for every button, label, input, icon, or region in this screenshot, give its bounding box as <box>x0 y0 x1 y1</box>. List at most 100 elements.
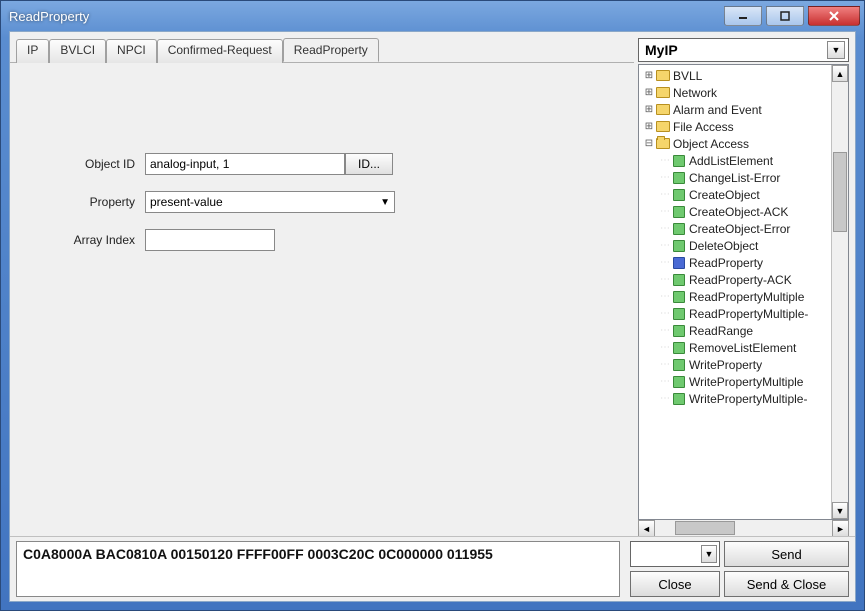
property-value: present-value <box>150 195 223 209</box>
file-icon <box>671 154 687 168</box>
tree-item[interactable]: ⋯ AddListElement <box>639 152 831 169</box>
tree-label: WriteProperty <box>689 358 762 372</box>
file-icon <box>671 341 687 355</box>
tree-item[interactable]: ⋯ ChangeList-Error <box>639 169 831 186</box>
scroll-thumb[interactable] <box>675 521 735 535</box>
send-count-combo[interactable]: ▼ <box>630 541 720 567</box>
tree-item[interactable]: ⋯ CreateObject-Error <box>639 220 831 237</box>
tree-label: ReadRange <box>689 324 753 338</box>
chevron-down-icon: ▼ <box>701 545 717 563</box>
tree-folder-network[interactable]: ⊞ Network <box>639 84 831 101</box>
tree-label: CreateObject <box>689 188 760 202</box>
file-icon <box>671 290 687 304</box>
file-icon <box>671 375 687 389</box>
file-selected-icon <box>671 256 687 270</box>
left-pane: IP BVLCI NPCI Confirmed-Request ReadProp… <box>10 32 634 536</box>
collapse-icon: ⊟ <box>643 138 655 149</box>
tree-item[interactable]: ⋯WritePropertyMultiple- <box>639 390 831 407</box>
send-button[interactable]: Send <box>724 541 849 567</box>
expand-icon: ⊞ <box>643 121 655 132</box>
tree-connector-icon: ⋯ <box>659 342 671 353</box>
tree-item[interactable]: ⋯ ReadProperty <box>639 254 831 271</box>
hex-output[interactable]: C0A8000A BAC0810A 00150120 FFFF00FF 0003… <box>16 541 620 597</box>
client-area: IP BVLCI NPCI Confirmed-Request ReadProp… <box>9 31 856 602</box>
label-array-index: Array Index <box>20 233 145 247</box>
tree-folder-alarm[interactable]: ⊞ Alarm and Event <box>639 101 831 118</box>
send-and-close-button[interactable]: Send & Close <box>724 571 849 597</box>
expand-icon: ⊞ <box>643 87 655 98</box>
tab-body: Object ID ID... Property present-value ▼ <box>10 63 634 536</box>
file-icon <box>671 222 687 236</box>
tree-label: AddListElement <box>689 154 773 168</box>
file-icon <box>671 392 687 406</box>
scroll-right-icon[interactable]: ► <box>832 520 849 537</box>
window-buttons <box>724 6 860 26</box>
scroll-track[interactable] <box>655 520 832 536</box>
tree-item[interactable]: ⋯WritePropertyMultiple <box>639 373 831 390</box>
main-row: IP BVLCI NPCI Confirmed-Request ReadProp… <box>10 32 855 536</box>
tree-connector-icon: ⋯ <box>659 189 671 200</box>
scroll-left-icon[interactable]: ◄ <box>638 520 655 537</box>
tree-item[interactable]: ⋯CreateObject-ACK <box>639 203 831 220</box>
tree-connector-icon: ⋯ <box>659 257 671 268</box>
tree-label: Alarm and Event <box>673 103 762 117</box>
tree-item[interactable]: ⋯RemoveListElement <box>639 339 831 356</box>
folder-icon <box>655 103 671 117</box>
id-button[interactable]: ID... <box>345 153 393 175</box>
label-object-id: Object ID <box>20 157 145 171</box>
horizontal-scrollbar[interactable]: ◄ ► <box>638 519 849 536</box>
chevron-down-icon: ▼ <box>380 197 390 208</box>
expand-icon: ⊞ <box>643 70 655 81</box>
scroll-up-icon[interactable]: ▲ <box>832 65 848 82</box>
array-index-input[interactable] <box>145 229 275 251</box>
tab-bar: IP BVLCI NPCI Confirmed-Request ReadProp… <box>10 32 634 63</box>
maximize-button[interactable] <box>766 6 804 26</box>
tree-label: CreateObject-Error <box>689 222 790 236</box>
titlebar: ReadProperty <box>1 1 864 31</box>
file-icon <box>671 324 687 338</box>
label-property: Property <box>20 195 145 209</box>
tree-label: ReadProperty-ACK <box>689 273 792 287</box>
tree-item[interactable]: ⋯ReadPropertyMultiple <box>639 288 831 305</box>
tree-connector-icon: ⋯ <box>659 223 671 234</box>
tree-label: BVLL <box>673 69 702 83</box>
tree-item[interactable]: ⋯ CreateObject <box>639 186 831 203</box>
vertical-scrollbar[interactable]: ▲ ▼ <box>831 65 848 519</box>
tree-item[interactable]: ⋯DeleteObject <box>639 237 831 254</box>
property-select[interactable]: present-value ▼ <box>145 191 395 213</box>
tree-folder-bvll[interactable]: ⊞ BVLL <box>639 67 831 84</box>
tree[interactable]: ⊞ BVLL ⊞ Network ⊞ Alarm and Even <box>639 65 831 519</box>
bottom-buttons: ▼ Send Close Send & Close <box>628 541 849 597</box>
tree-folder-object-access[interactable]: ⊟ Object Access <box>639 135 831 152</box>
tab-readproperty[interactable]: ReadProperty <box>283 38 379 62</box>
tab-bvlci[interactable]: BVLCI <box>49 39 106 63</box>
file-icon <box>671 205 687 219</box>
right-pane: MyIP ▼ ⊞ BVLL ⊞ Network <box>634 32 855 536</box>
bottom-zone: C0A8000A BAC0810A 00150120 FFFF00FF 0003… <box>10 536 855 601</box>
tree-item[interactable]: ⋯ReadPropertyMultiple- <box>639 305 831 322</box>
chevron-down-icon: ▼ <box>827 41 845 59</box>
tree-container: ⊞ BVLL ⊞ Network ⊞ Alarm and Even <box>638 64 849 520</box>
tab-confirmed-request[interactable]: Confirmed-Request <box>157 39 283 63</box>
minimize-button[interactable] <box>724 6 762 26</box>
window-title: ReadProperty <box>9 9 724 24</box>
file-icon <box>671 273 687 287</box>
tab-npci[interactable]: NPCI <box>106 39 157 63</box>
close-button[interactable] <box>808 6 860 26</box>
tree-item[interactable]: ⋯ReadProperty-ACK <box>639 271 831 288</box>
tree-folder-file[interactable]: ⊞ File Access <box>639 118 831 135</box>
object-id-input[interactable] <box>145 153 345 175</box>
tree-label: ChangeList-Error <box>689 171 780 185</box>
tree-item[interactable]: ⋯WriteProperty <box>639 356 831 373</box>
file-icon <box>671 171 687 185</box>
tree-connector-icon: ⋯ <box>659 172 671 183</box>
tree-item[interactable]: ⋯ReadRange <box>639 322 831 339</box>
row-array-index: Array Index <box>20 229 624 251</box>
scroll-thumb[interactable] <box>833 152 847 232</box>
close-dialog-button[interactable]: Close <box>630 571 720 597</box>
tab-ip[interactable]: IP <box>16 39 49 63</box>
tree-label: ReadProperty <box>689 256 763 270</box>
ip-combo[interactable]: MyIP ▼ <box>638 38 849 62</box>
tree-connector-icon: ⋯ <box>659 155 671 166</box>
scroll-down-icon[interactable]: ▼ <box>832 502 848 519</box>
